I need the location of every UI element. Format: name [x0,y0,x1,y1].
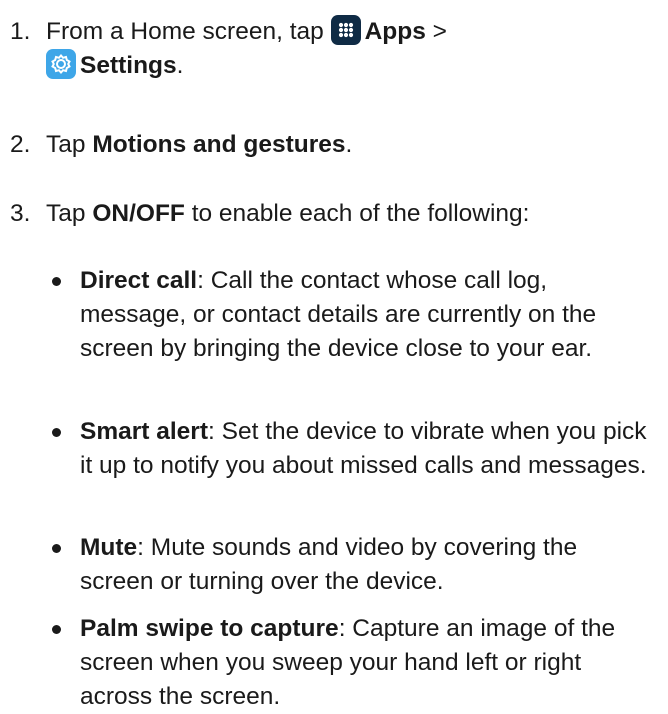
bullet-dot [46,531,80,599]
step-rest: to enable each of the following: [191,200,530,227]
bullet-item-smart-alert: Smart alert: Set the device to vibrate w… [46,415,656,483]
step-1: 1. From a Home screen, tap Apps > Settin… [10,15,660,83]
separator: > [432,18,447,45]
bullet-term: Palm swipe to capture [80,615,339,642]
step-number: 3. [10,200,31,227]
bullet-term: Mute [80,534,138,561]
bullet-item-direct-call: Direct call: Call the contact whose call… [46,264,656,366]
step-bold: Motions and gestures [92,131,346,158]
bullet-item-mute: Mute: Mute sounds and video by covering … [46,531,656,599]
step-intro: Tap [46,200,86,227]
step-text: Tap ON/OFF to enable each of the followi… [46,197,660,231]
bullet-desc: : Mute sounds and video by covering the … [80,534,578,595]
step-bold: ON/OFF [92,200,185,227]
settings-label: Settings [80,52,177,79]
step-text: From a Home screen, tap Apps > Settings. [46,15,660,83]
apps-label: Apps [364,18,426,45]
bullet-dot [46,264,80,366]
bullet-text: Palm swipe to capture: Capture an image … [80,612,656,714]
step-number: 2. [10,131,31,158]
step-end: . [176,52,184,79]
step-intro: Tap [46,131,86,158]
step-3: 3. Tap ON/OFF to enable each of the foll… [10,197,660,231]
bullet-dot [46,415,80,483]
bullet-text: Direct call: Call the contact whose call… [80,264,656,366]
step-text: Tap Motions and gestures. [46,128,660,162]
bullet-dot [46,612,80,714]
step-number: 1. [10,18,31,45]
bullet-term: Direct call [80,267,198,294]
bullet-term: Smart alert [80,418,209,445]
bullet-item-palm-swipe: Palm swipe to capture: Capture an image … [46,612,656,714]
apps-grid-icon [330,15,361,45]
step-end: . [345,131,353,158]
bullet-text: Smart alert: Set the device to vibrate w… [80,415,656,483]
bullet-text: Mute: Mute sounds and video by covering … [80,531,656,599]
step-intro: From a Home screen, tap [46,18,324,45]
step-2: 2. Tap Motions and gestures. [10,128,660,162]
settings-gear-icon [46,49,76,79]
